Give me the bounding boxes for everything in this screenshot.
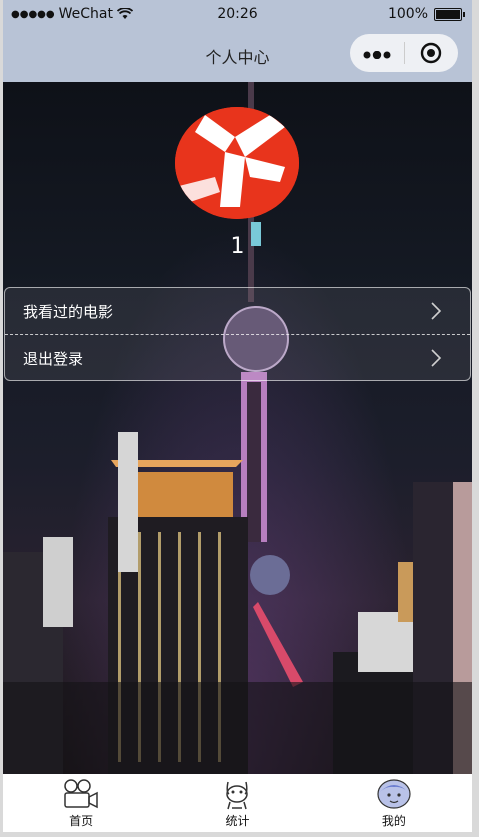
chevron-right-icon <box>431 349 442 367</box>
tab-mine[interactable]: 我的 <box>316 774 472 832</box>
avatar[interactable] <box>175 107 299 219</box>
more-dots-icon <box>363 50 391 60</box>
tab-label: 统计 <box>225 814 250 828</box>
profile-background: 1 我看过的电影 退出登录 <box>3 82 472 774</box>
menu-item-logout[interactable]: 退出登录 <box>5 334 470 381</box>
tab-bar: 首页 统计 我的 <box>3 774 472 832</box>
status-right: 100% <box>387 6 465 22</box>
profile-menu: 我看过的电影 退出登录 <box>4 287 471 381</box>
more-button[interactable] <box>350 43 404 63</box>
menu-item-label: 我看过的电影 <box>23 302 114 321</box>
cartoon-character-icon <box>226 781 249 810</box>
close-button[interactable] <box>404 42 458 64</box>
chevron-right-icon <box>431 302 442 320</box>
menu-item-label: 退出登录 <box>23 349 84 368</box>
username: 1 <box>230 234 245 259</box>
battery-icon <box>434 7 465 21</box>
avatar-logo-icon <box>175 107 299 219</box>
avatar-face-icon <box>377 779 411 809</box>
battery-percent: 100% <box>387 6 428 22</box>
target-circle-icon <box>421 42 442 64</box>
tab-home[interactable]: 首页 <box>3 774 159 832</box>
mini-program-capsule <box>350 34 458 72</box>
status-bar: ●●●●● WeChat 20:26 100% <box>3 0 472 30</box>
camera-icon <box>64 779 98 809</box>
menu-item-watched-movies[interactable]: 我看过的电影 <box>5 288 470 334</box>
tab-label: 我的 <box>381 814 406 828</box>
nav-bar: 个人中心 <box>3 30 472 82</box>
tab-stats[interactable]: 统计 <box>159 774 315 832</box>
phone-screen: ●●●●● WeChat 20:26 100% 个人中心 1 我看过的电影 退出… <box>3 0 472 832</box>
tab-label: 首页 <box>69 814 94 828</box>
